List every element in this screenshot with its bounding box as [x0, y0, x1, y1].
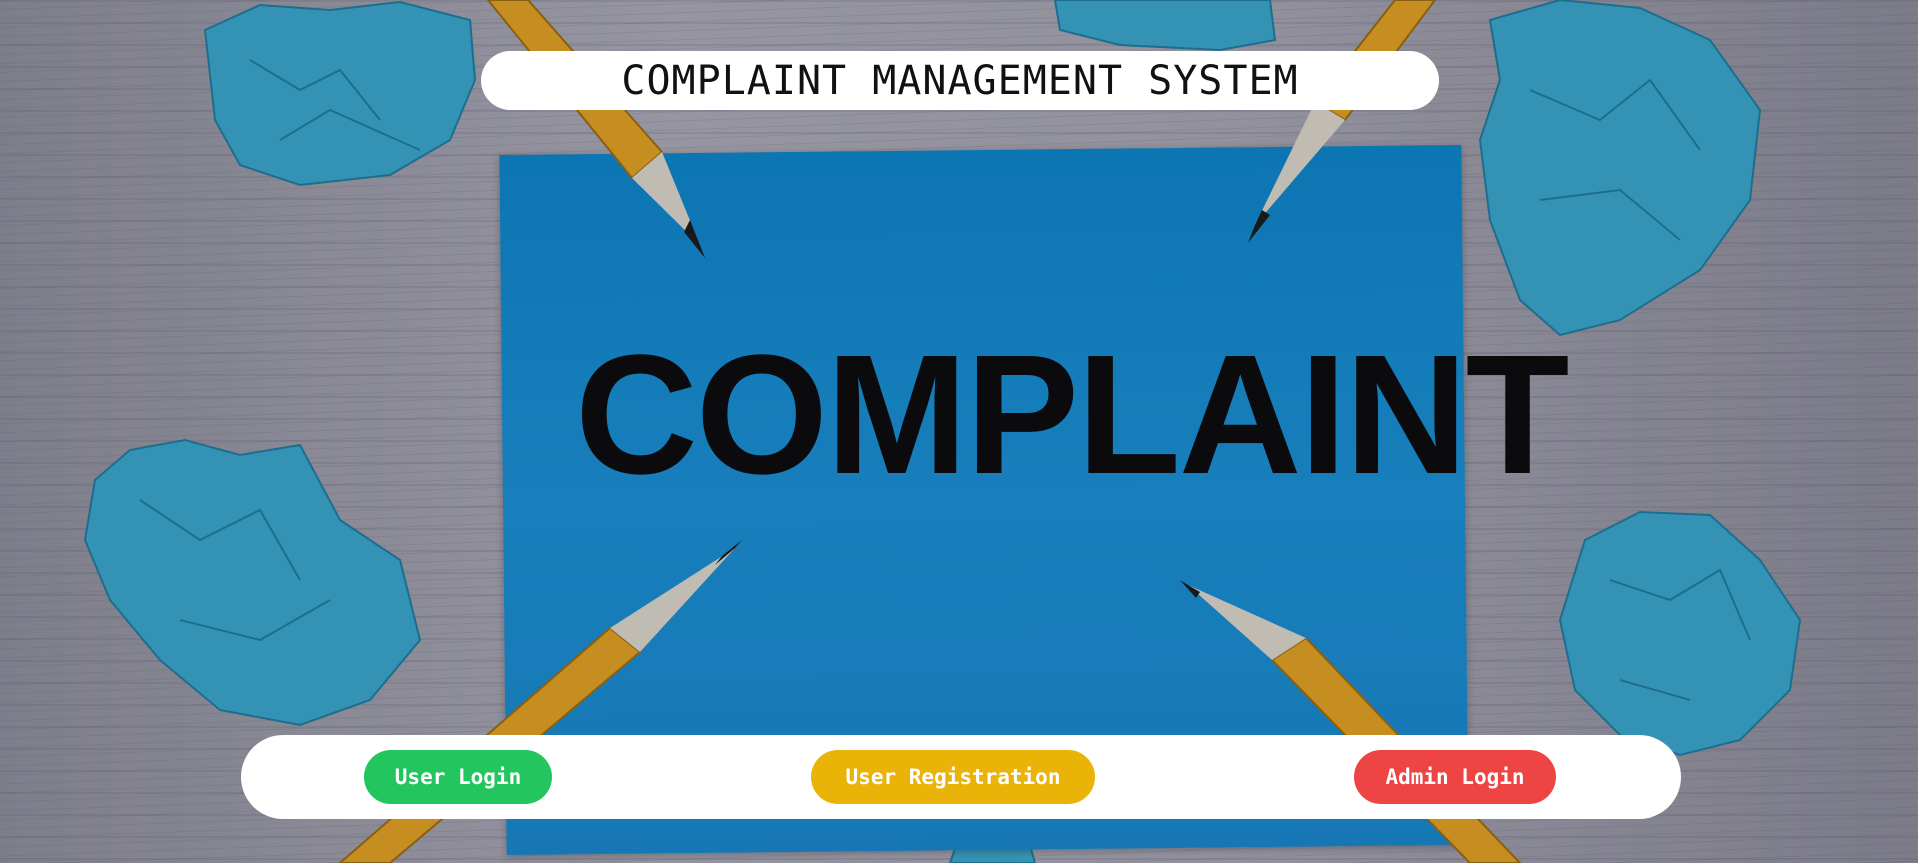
title-banner: COMPLAINT MANAGEMENT SYSTEM — [481, 51, 1439, 110]
admin-login-button[interactable]: Admin Login — [1354, 750, 1556, 804]
user-registration-button[interactable]: User Registration — [811, 750, 1095, 804]
action-bar: User Login User Registration Admin Login — [241, 735, 1681, 819]
background-overlay — [0, 0, 1918, 863]
page-title: COMPLAINT MANAGEMENT SYSTEM — [621, 57, 1299, 104]
user-login-button[interactable]: User Login — [364, 750, 552, 804]
